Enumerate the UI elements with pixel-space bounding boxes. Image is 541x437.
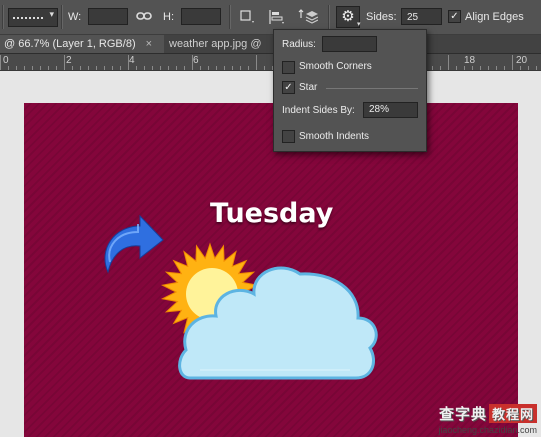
watermark-url: jiaocheng.chazidian.com	[438, 425, 537, 435]
divider-line	[326, 88, 418, 89]
curved-arrow-icon	[104, 214, 164, 274]
watermark-box-text: 教程网	[488, 404, 537, 423]
smooth-corners-label: Smooth Corners	[299, 61, 372, 72]
smooth-indents-label: Smooth Indents	[299, 131, 370, 142]
watermark-text: 查字典	[438, 405, 487, 423]
radius-label: Radius:	[282, 39, 316, 50]
indent-sides-label: Indent Sides By:	[282, 105, 355, 116]
polygon-options-popup: Radius: Smooth Corners ✓ Star Indent Sid…	[273, 29, 427, 152]
radius-field[interactable]	[322, 36, 377, 52]
star-checkbox[interactable]: ✓	[282, 81, 295, 94]
indent-sides-field[interactable]: 28%	[363, 102, 418, 118]
smooth-corners-checkbox[interactable]	[282, 61, 295, 74]
canvas-day-title: Tuesday	[210, 198, 334, 229]
smooth-indents-checkbox[interactable]	[282, 130, 295, 143]
check-icon: ✓	[284, 82, 293, 93]
watermark-logo: 查字典 教程网 jiaocheng.chazidian.com	[438, 403, 537, 435]
star-label: Star	[299, 82, 318, 93]
